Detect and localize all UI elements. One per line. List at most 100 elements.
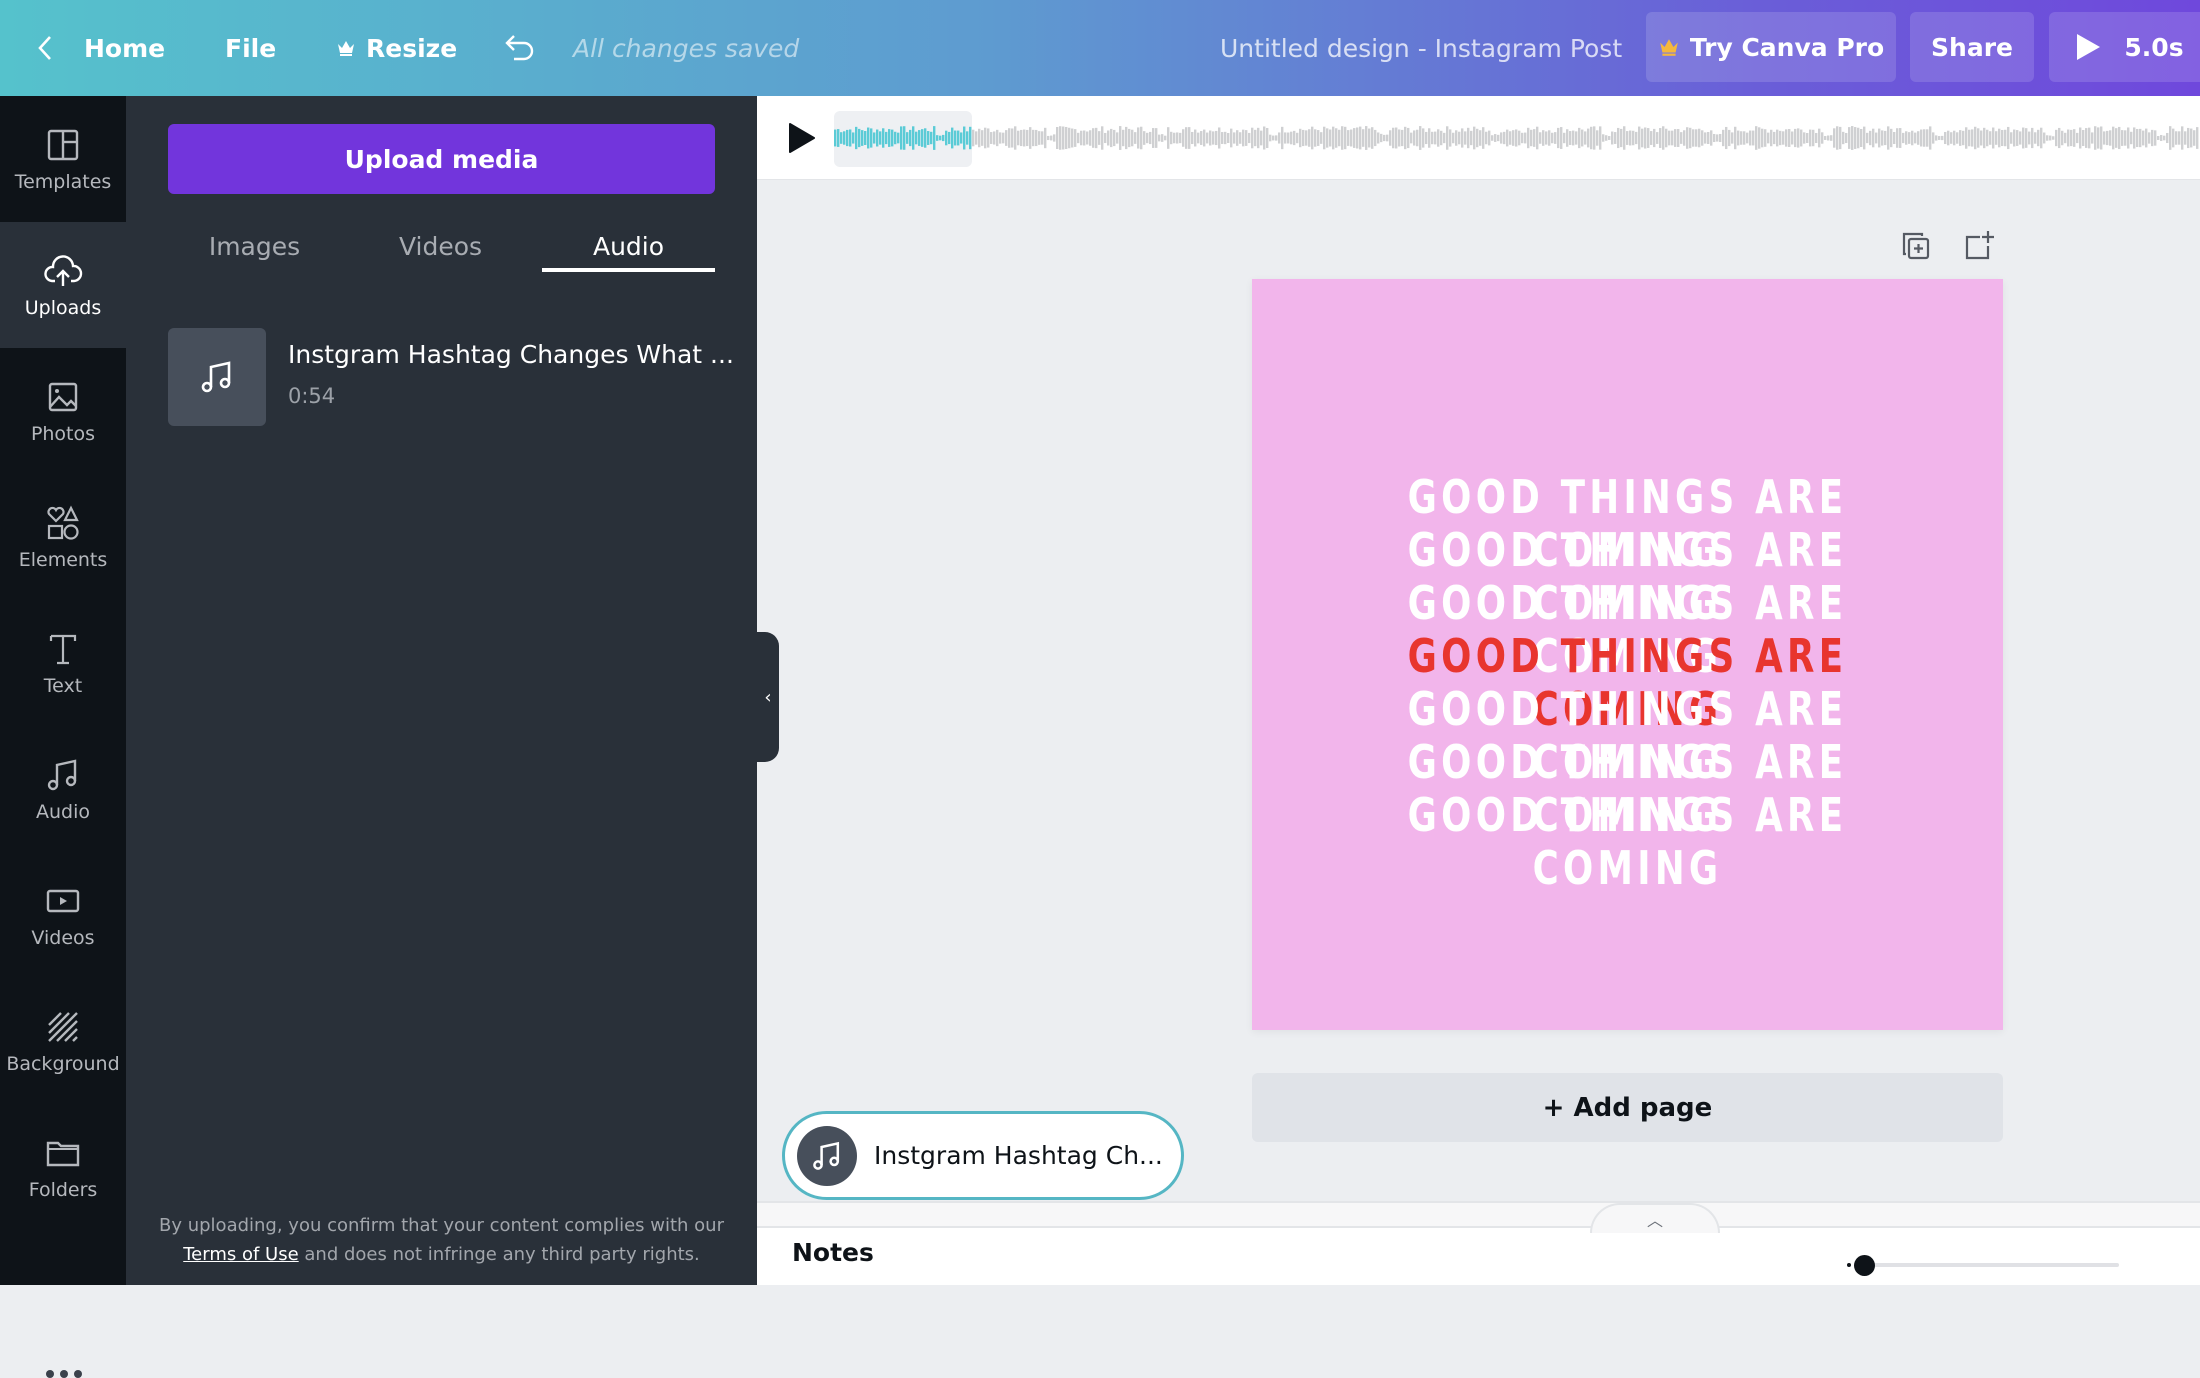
waveform-bar bbox=[1878, 128, 1881, 148]
waveform-bar bbox=[2043, 132, 2046, 144]
sidebar-item-background[interactable]: Background bbox=[0, 978, 126, 1104]
zoom-slider-track[interactable] bbox=[1855, 1263, 2119, 1267]
waveform-bar bbox=[864, 131, 867, 145]
waveform-bar bbox=[1917, 131, 1920, 145]
collapse-panel-button[interactable]: ‹ bbox=[757, 632, 779, 762]
waveform-bar bbox=[2097, 127, 2100, 149]
waveform-bar bbox=[1281, 126, 1284, 150]
waveform-bar bbox=[861, 130, 864, 146]
upload-media-button[interactable]: Upload media bbox=[168, 124, 715, 194]
waveform-bar bbox=[1833, 128, 1836, 148]
resize-label: Resize bbox=[366, 33, 458, 63]
waveform-bar bbox=[1152, 128, 1155, 148]
tab-audio[interactable]: Audio bbox=[542, 216, 715, 276]
expand-notes-button[interactable]: ︿ bbox=[1590, 1203, 1720, 1233]
waveform-bar bbox=[1080, 130, 1083, 146]
play-audio-button[interactable] bbox=[784, 120, 820, 156]
waveform-bar bbox=[918, 130, 921, 146]
sidebar-item-uploads[interactable]: Uploads bbox=[0, 222, 126, 348]
waveform-bar bbox=[1197, 132, 1200, 144]
sidebar-item-videos[interactable]: Videos bbox=[0, 852, 126, 978]
audio-waveform[interactable] bbox=[834, 120, 2200, 156]
waveform-bar bbox=[1869, 130, 1872, 146]
chevron-left-icon bbox=[38, 36, 51, 60]
try-canva-pro-button[interactable]: Try Canva Pro bbox=[1646, 12, 1896, 82]
waveform-bar bbox=[1794, 128, 1797, 148]
waveform-bar bbox=[2064, 132, 2067, 144]
play-preview-button[interactable]: 5.0s bbox=[2049, 12, 2200, 82]
add-page-button[interactable]: + Add page bbox=[1252, 1073, 2003, 1142]
waveform-bar bbox=[1305, 130, 1308, 146]
waveform-bar bbox=[1809, 129, 1812, 147]
waveform-bar bbox=[1545, 131, 1548, 145]
waveform-bar bbox=[1812, 129, 1815, 147]
sidebar-item-text[interactable]: Text bbox=[0, 600, 126, 726]
waveform-bar bbox=[1752, 130, 1755, 146]
waveform-bar bbox=[1248, 132, 1251, 144]
waveform-bar bbox=[1806, 132, 1809, 144]
add-page-icon[interactable] bbox=[1960, 228, 1996, 264]
waveform-bar bbox=[1800, 129, 1803, 147]
more-items-indicator[interactable] bbox=[46, 1370, 82, 1378]
waveform-bar bbox=[843, 131, 846, 145]
waveform-bar bbox=[2136, 128, 2139, 148]
waveform-bar bbox=[1146, 132, 1149, 144]
waveform-bar bbox=[1968, 129, 1971, 147]
waveform-bar bbox=[1962, 130, 1965, 146]
waveform-bar bbox=[1635, 131, 1638, 145]
file-menu-button[interactable]: File bbox=[225, 0, 276, 96]
waveform-bar bbox=[1521, 132, 1524, 144]
zoom-slider-handle[interactable] bbox=[1854, 1255, 1875, 1276]
waveform-bar bbox=[1401, 129, 1404, 147]
waveform-bar bbox=[1422, 128, 1425, 148]
waveform-bar bbox=[1695, 129, 1698, 147]
tab-videos[interactable]: Videos bbox=[354, 216, 527, 276]
audio-list-item[interactable]: Instgram Hashtag Changes What ... 0:54 bbox=[168, 328, 734, 426]
waveform-bar bbox=[1530, 129, 1533, 147]
waveform-bar bbox=[1344, 126, 1347, 150]
waveform-bar bbox=[2190, 128, 2193, 148]
undo-button[interactable] bbox=[502, 0, 538, 96]
waveform-bar bbox=[2172, 128, 2175, 148]
waveform-bar bbox=[1986, 129, 1989, 147]
sidebar-item-audio[interactable]: Audio bbox=[0, 726, 126, 852]
waveform-bar bbox=[1107, 130, 1110, 146]
waveform-bar bbox=[912, 126, 915, 150]
waveform-bar bbox=[2076, 132, 2079, 144]
sidebar-item-templates[interactable]: Templates bbox=[0, 96, 126, 222]
waveform-bar bbox=[1656, 132, 1659, 144]
waveform-bar bbox=[1425, 131, 1428, 145]
resize-button[interactable]: Resize bbox=[336, 0, 457, 96]
waveform-bar bbox=[1944, 131, 1947, 145]
terms-of-use-link[interactable]: Terms of Use bbox=[183, 1244, 298, 1265]
waveform-bar bbox=[1953, 130, 1956, 146]
design-title[interactable]: Untitled design - Instagram Post bbox=[1220, 0, 1622, 96]
sidebar-item-elements[interactable]: Elements bbox=[0, 474, 126, 600]
design-text-line[interactable]: GOOD THINGS ARE COMING bbox=[1305, 789, 1951, 895]
duplicate-page-icon[interactable] bbox=[1898, 228, 1934, 264]
home-button[interactable]: Home bbox=[36, 0, 165, 96]
waveform-bar bbox=[2094, 126, 2097, 150]
waveform-bar bbox=[1590, 126, 1593, 150]
waveform-bar bbox=[1821, 132, 1824, 144]
waveform-bar bbox=[1560, 127, 1563, 149]
audio-track-pill[interactable]: Instgram Hashtag Ch... bbox=[782, 1111, 1184, 1200]
notes-button[interactable]: Notes bbox=[792, 1238, 874, 1267]
sidebar-item-folders[interactable]: Folders bbox=[0, 1104, 126, 1230]
waveform-bar bbox=[1581, 129, 1584, 147]
sidebar-item-photos[interactable]: Photos bbox=[0, 348, 126, 474]
share-button[interactable]: Share bbox=[1910, 12, 2034, 82]
waveform-bar bbox=[1398, 129, 1401, 147]
waveform-bar bbox=[1302, 129, 1305, 147]
waveform-bar bbox=[2007, 126, 2010, 150]
waveform-bar bbox=[1836, 126, 1839, 150]
tab-images[interactable]: Images bbox=[168, 216, 341, 276]
waveform-bar bbox=[1854, 127, 1857, 149]
waveform-bar bbox=[1983, 127, 1986, 149]
waveform-bar bbox=[1503, 131, 1506, 145]
waveform-bar bbox=[2091, 132, 2094, 144]
design-canvas[interactable]: GOOD THINGS ARE COMING GOOD THINGS ARE C… bbox=[1252, 279, 2003, 1030]
waveform-bar bbox=[1650, 131, 1653, 145]
waveform-bar bbox=[1488, 130, 1491, 146]
waveform-bar bbox=[882, 128, 885, 148]
